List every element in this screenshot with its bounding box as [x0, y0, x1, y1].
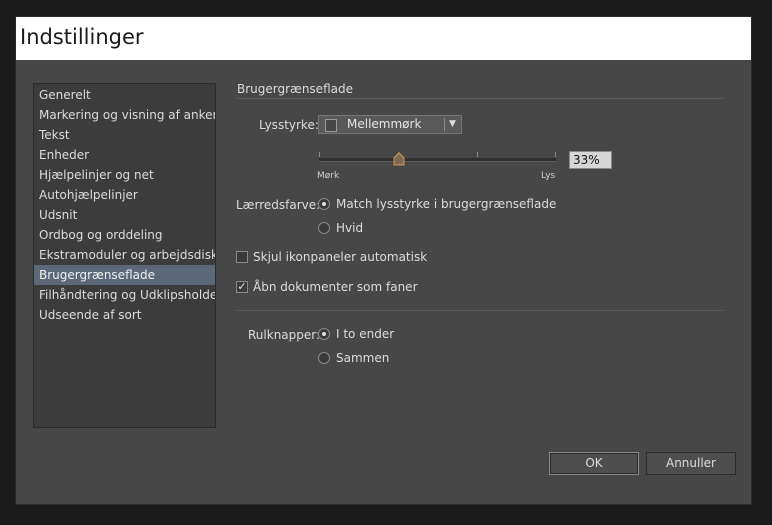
radio-button[interactable]: [318, 198, 330, 210]
sidebar-item-enheder[interactable]: Enheder: [34, 145, 215, 165]
slider-max-label: Lys: [541, 171, 556, 181]
brightness-slider[interactable]: [319, 158, 556, 162]
window-title: Indstillinger: [20, 25, 144, 49]
slider-min-label: Mørk: [317, 171, 340, 181]
auto-collapse-label: Skjul ikonpaneler automatisk: [253, 250, 428, 264]
brightness-value: Mellemmørk: [347, 117, 422, 131]
title-bar: Indstillinger: [16, 17, 751, 60]
chevron-down-icon: ▼: [449, 119, 456, 129]
category-list: Generelt Markering og visning af anker T…: [33, 83, 216, 428]
brightness-dropdown[interactable]: Mellemmørk ▼: [318, 115, 462, 134]
brightness-value-field[interactable]: 33%: [569, 151, 612, 169]
sidebar-item-ekstramoduler[interactable]: Ekstramoduler og arbejdsdiske: [34, 245, 215, 265]
canvas-color-white-option[interactable]: Hvid: [318, 221, 363, 235]
slider-thumb[interactable]: [392, 152, 406, 166]
sidebar-item-ordbog[interactable]: Ordbog og orddeling: [34, 225, 215, 245]
sidebar-item-autohjaelpelinjer[interactable]: Autohjælpelinjer: [34, 185, 215, 205]
sidebar-item-generelt[interactable]: Generelt: [34, 85, 215, 105]
auto-collapse-checkbox[interactable]: [236, 251, 248, 263]
radio-button[interactable]: [318, 328, 330, 340]
brightness-label: Lysstyrke:: [259, 118, 319, 132]
dropdown-separator: [444, 118, 445, 131]
radio-button[interactable]: [318, 352, 330, 364]
sidebar-item-udsnit[interactable]: Udsnit: [34, 205, 215, 225]
scroll-buttons-label: Rulknapper:: [248, 328, 321, 342]
canvas-color-label: Lærredsfarve:: [236, 198, 321, 212]
preferences-dialog: Indstillinger Generelt Markering og visn…: [15, 16, 752, 505]
options-divider: [237, 310, 723, 311]
slider-tick: [319, 152, 320, 157]
scroll-buttons-both-ends-option[interactable]: I to ender: [318, 327, 394, 341]
scroll-buttons-together-label: Sammen: [336, 351, 390, 365]
open-as-tabs-option[interactable]: ✓ Åbn dokumenter som faner: [236, 280, 418, 294]
sidebar-item-filhaandtering[interactable]: Filhåndtering og Udklipsholder: [34, 285, 215, 305]
cancel-button[interactable]: Annuller: [646, 452, 736, 475]
radio-button[interactable]: [318, 222, 330, 234]
section-divider: [237, 98, 723, 99]
ok-button[interactable]: OK: [549, 452, 639, 475]
sidebar-item-brugergraenseflade[interactable]: Brugergrænseflade: [34, 265, 215, 285]
section-title: Brugergrænseflade: [237, 82, 353, 96]
scroll-buttons-together-option[interactable]: Sammen: [318, 351, 389, 365]
open-as-tabs-label: Åbn dokumenter som faner: [253, 280, 418, 294]
checkmark-icon: ✓: [237, 280, 247, 293]
slider-tick: [477, 152, 478, 157]
brightness-swatch: [325, 119, 337, 132]
sidebar-item-udseende[interactable]: Udseende af sort: [34, 305, 215, 325]
canvas-color-match-label: Match lysstyrke i brugergrænseflade: [336, 197, 557, 211]
canvas-color-match-option[interactable]: Match lysstyrke i brugergrænseflade: [318, 197, 556, 211]
sidebar-item-markering[interactable]: Markering og visning af anker: [34, 105, 215, 125]
auto-collapse-option[interactable]: Skjul ikonpaneler automatisk: [236, 250, 427, 264]
canvas-color-white-label: Hvid: [336, 221, 364, 235]
scroll-buttons-both-ends-label: I to ender: [336, 327, 395, 341]
slider-tick: [555, 152, 556, 157]
open-as-tabs-checkbox[interactable]: ✓: [236, 281, 248, 293]
sidebar-item-tekst[interactable]: Tekst: [34, 125, 215, 145]
sidebar-item-hjaelpelinjer[interactable]: Hjælpelinjer og net: [34, 165, 215, 185]
